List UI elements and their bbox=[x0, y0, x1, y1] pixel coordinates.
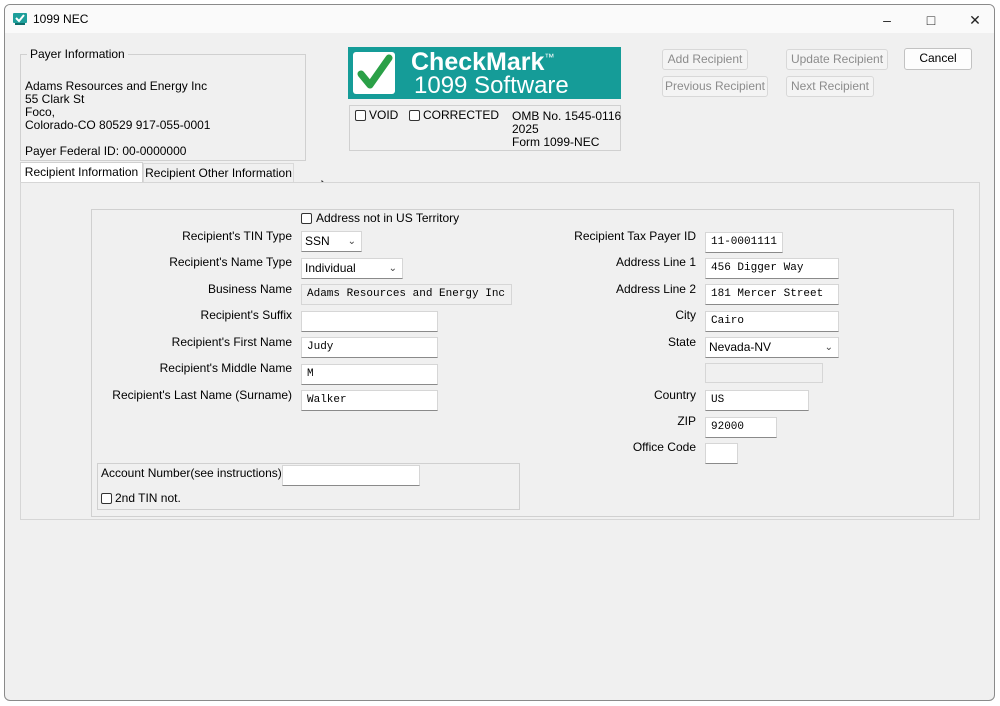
business-name-field[interactable]: Adams Resources and Energy Inc bbox=[301, 284, 512, 305]
tax-id-field[interactable]: 11-0001111 bbox=[705, 232, 783, 253]
recipient-form-box: Address not in US Territory Recipient's … bbox=[91, 209, 954, 517]
payer-info-group: Payer Information Adams Resources and En… bbox=[20, 47, 306, 161]
state-select[interactable]: Nevada-NV ⌄ bbox=[705, 337, 839, 358]
payer-name: Adams Resources and Energy Inc bbox=[25, 79, 208, 93]
next-recipient-button[interactable]: Next Recipient bbox=[786, 76, 874, 97]
payer-street: 55 Clark St bbox=[25, 92, 85, 106]
chevron-down-icon: ⌄ bbox=[347, 236, 356, 247]
add-recipient-button[interactable]: Add Recipient bbox=[662, 49, 748, 70]
tab-recipient-information[interactable]: Recipient Information bbox=[20, 162, 143, 182]
first-name-field[interactable]: Judy bbox=[301, 337, 438, 358]
tab-recipient-other-information[interactable]: Recipient Other Information bbox=[143, 163, 294, 183]
tax-id-label: Recipient Tax Payer ID bbox=[574, 229, 696, 243]
checkmark-logo: CheckMark™ 1099 Software bbox=[348, 47, 621, 99]
account-number-field[interactable] bbox=[282, 465, 420, 486]
zip-field[interactable]: 92000 bbox=[705, 417, 777, 438]
logo-checkbox-icon bbox=[353, 52, 395, 94]
middle-name-field[interactable]: M bbox=[301, 364, 438, 385]
city-label: City bbox=[675, 308, 696, 322]
app-icon bbox=[13, 13, 27, 25]
suffix-field[interactable] bbox=[301, 311, 438, 332]
corrected-label: CORRECTED bbox=[423, 108, 500, 122]
address1-label: Address Line 1 bbox=[615, 255, 696, 269]
void-checkbox[interactable] bbox=[355, 110, 366, 121]
zip-label: ZIP bbox=[677, 414, 696, 428]
form-info-box: VOID CORRECTED OMB No. 1545-0116 2025 Fo… bbox=[349, 105, 621, 151]
state-label: State bbox=[667, 335, 696, 349]
name-type-select[interactable]: Individual ⌄ bbox=[301, 258, 403, 279]
recipient-info-panel: Address not in US Territory Recipient's … bbox=[20, 182, 980, 520]
void-label: VOID bbox=[369, 108, 399, 122]
previous-recipient-button[interactable]: Previous Recipient bbox=[662, 76, 768, 97]
address2-field[interactable]: 181 Mercer Street bbox=[705, 284, 839, 305]
name-type-label: Recipient's Name Type bbox=[169, 255, 292, 269]
country-label: Country bbox=[653, 388, 696, 402]
last-name-field[interactable]: Walker bbox=[301, 390, 438, 411]
payer-city: Foco, bbox=[25, 105, 56, 119]
second-tin-checkbox[interactable] bbox=[101, 493, 112, 504]
address-not-us-checkbox[interactable] bbox=[301, 213, 312, 224]
corrected-checkbox[interactable] bbox=[409, 110, 420, 121]
maximize-icon[interactable]: □ bbox=[909, 7, 953, 33]
tax-year: 2025 bbox=[512, 122, 539, 136]
omb-number: OMB No. 1545-0116 bbox=[512, 109, 622, 123]
logo-product-text: 1099 Software bbox=[414, 72, 569, 99]
minimize-icon[interactable]: – bbox=[865, 7, 909, 33]
first-name-label: Recipient's First Name bbox=[171, 335, 292, 349]
office-code-label: Office Code bbox=[632, 440, 696, 454]
last-name-label: Recipient's Last Name (Surname) bbox=[112, 388, 292, 402]
account-box: Account Number(see instructions) 2nd TIN… bbox=[97, 463, 520, 510]
payer-federal-id: Payer Federal ID: 00-0000000 bbox=[25, 144, 187, 158]
form-name: Form 1099-NEC bbox=[512, 135, 600, 149]
title-bar: 1099 NEC – □ ✕ bbox=[5, 5, 994, 33]
window-title: 1099 NEC bbox=[33, 12, 89, 26]
address1-field[interactable]: 456 Digger Way bbox=[705, 258, 839, 279]
middle-name-label: Recipient's Middle Name bbox=[159, 361, 292, 375]
suffix-label: Recipient's Suffix bbox=[200, 308, 292, 322]
address2-label: Address Line 2 bbox=[615, 282, 696, 296]
business-name-label: Business Name bbox=[207, 282, 292, 296]
close-icon[interactable]: ✕ bbox=[953, 7, 994, 33]
state-extra-field bbox=[705, 363, 823, 383]
account-number-label: Account Number(see instructions) bbox=[101, 466, 282, 480]
app-window: 1099 NEC – □ ✕ Payer Information Adams R… bbox=[4, 4, 995, 701]
city-field[interactable]: Cairo bbox=[705, 311, 839, 332]
tin-type-select[interactable]: SSN ⌄ bbox=[301, 231, 362, 252]
office-code-field[interactable] bbox=[705, 443, 738, 464]
tin-type-label: Recipient's TIN Type bbox=[182, 229, 292, 243]
address-not-us-label: Address not in US Territory bbox=[316, 211, 460, 225]
second-tin-label: 2nd TIN not. bbox=[115, 491, 181, 505]
payer-info-legend: Payer Information bbox=[27, 47, 128, 61]
chevron-down-icon: ⌄ bbox=[824, 342, 833, 353]
cancel-button[interactable]: Cancel bbox=[904, 48, 972, 70]
payer-state-zip-phone: Colorado-CO 80529 917-055-0001 bbox=[25, 118, 211, 132]
country-field[interactable]: US bbox=[705, 390, 809, 411]
update-recipient-button[interactable]: Update Recipient bbox=[786, 49, 888, 70]
chevron-down-icon: ⌄ bbox=[388, 263, 397, 274]
